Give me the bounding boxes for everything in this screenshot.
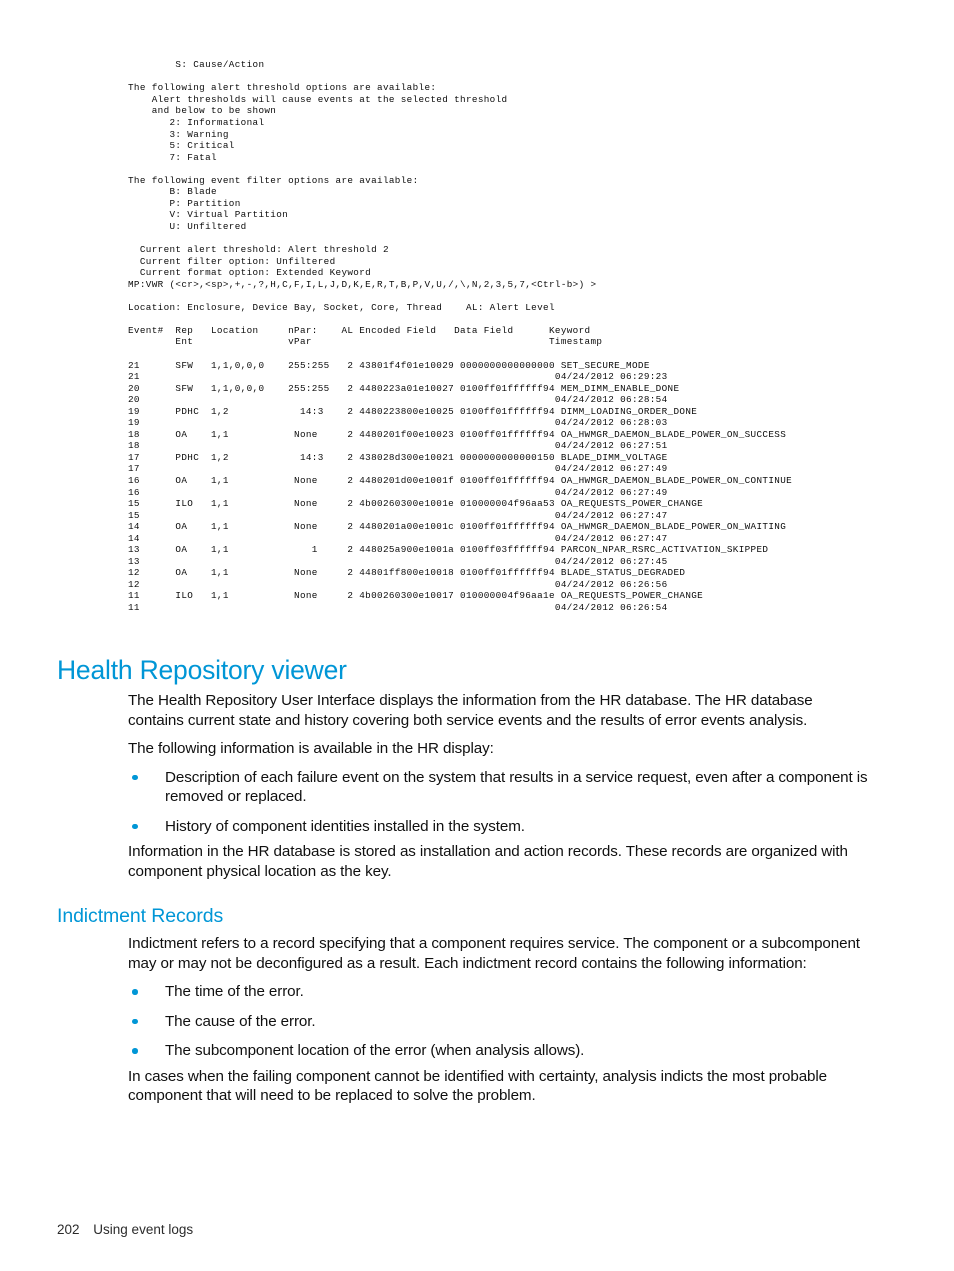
event-table-row: 17 PDHC 1,2 14:3 2 438028d300e10021 0000… [128, 451, 668, 463]
console-prompt-line: MP:VWR (<cr>,<sp>,+,-,?,H,C,F,I,L,J,D,K,… [128, 278, 597, 290]
event-table-row-timestamp: 20 04/24/2012 06:28:54 [128, 394, 668, 406]
footer-page-number: 202 [57, 1222, 80, 1237]
health-repository-bullet-list: Description of each failure event on the… [128, 768, 888, 837]
bullet-dot-icon [132, 1048, 138, 1054]
console-line: 2: Informational [128, 117, 265, 129]
event-table-header-row-2: Ent vPar Timestamp [128, 336, 603, 348]
page-title-health-repository-viewer: Health Repository viewer [57, 655, 347, 685]
event-table-row: 14 OA 1,1 None 2 4480201a00e1001c 0100ff… [128, 521, 787, 533]
page-footer: 202 Using event logs [57, 1222, 193, 1237]
list-item: The subcomponent location of the error (… [128, 1041, 888, 1061]
list-item: The time of the error. [128, 982, 888, 1002]
indictment-records-paragraph-1: Indictment refers to a record specifying… [128, 935, 860, 972]
list-item: The cause of the error. [128, 1012, 888, 1032]
bullet-dot-icon [132, 1018, 138, 1024]
console-line: 7: Fatal [128, 151, 217, 163]
event-table-row: 11 ILO 1,1 None 2 4b00260300e10017 01000… [128, 590, 704, 602]
event-table-row-timestamp: 18 04/24/2012 06:27:51 [128, 440, 668, 452]
console-line: 3: Warning [128, 128, 229, 140]
event-table-row: 21 SFW 1,1,0,0,0 255:255 2 43801f4f01e10… [128, 359, 650, 371]
list-item: Description of each failure event on the… [128, 768, 888, 807]
console-line: B: Blade [128, 186, 217, 198]
console-line: S: Cause/Action [128, 59, 265, 71]
list-item-label: Description of each failure event on the… [165, 768, 868, 806]
footer-chapter-title: Using event logs [93, 1222, 194, 1237]
event-table-row-timestamp: 21 04/24/2012 06:29:23 [128, 371, 668, 383]
console-legend-line: Location: Enclosure, Device Bay, Socket,… [128, 301, 555, 313]
indictment-records-bullet-list: The time of the error. The cause of the … [128, 982, 888, 1061]
event-table-row-timestamp: 17 04/24/2012 06:27:49 [128, 463, 668, 475]
indictment-records-paragraph-2: In cases when the failing component cann… [128, 1067, 828, 1105]
health-repository-paragraph-1: The Health Repository User Interface dis… [128, 692, 813, 729]
section-title-indictment-records: Indictment Records [57, 905, 224, 927]
console-line: and below to be shown [128, 105, 277, 117]
console-line: V: Virtual Partition [128, 209, 289, 221]
list-item-label: The subcomponent location of the error (… [165, 1042, 585, 1059]
health-repository-paragraph-3: Information in the HR database is stored… [128, 843, 848, 880]
event-table-row-timestamp: 15 04/24/2012 06:27:47 [128, 509, 668, 521]
health-repository-paragraph-2: The following information is available i… [128, 740, 494, 757]
document-body: Health Repository viewer The Health Repo… [0, 655, 954, 1115]
event-table-row: 20 SFW 1,1,0,0,0 255:255 2 4480223a01e10… [128, 382, 680, 394]
console-line: U: Unfiltered [128, 220, 247, 232]
event-table-row-timestamp: 19 04/24/2012 06:28:03 [128, 417, 668, 429]
event-table-row-timestamp: 13 04/24/2012 06:27:45 [128, 555, 668, 567]
console-line: Current filter option: Unfiltered [128, 255, 336, 267]
console-line: The following alert threshold options ar… [128, 82, 437, 94]
list-item-label: The time of the error. [165, 983, 304, 1000]
event-table-row: 12 OA 1,1 None 2 44801ff800e10018 0100ff… [128, 567, 686, 579]
event-log-console-output: S: Cause/Action The following alert thres… [128, 59, 928, 613]
event-table-row-timestamp: 11 04/24/2012 06:26:54 [128, 602, 668, 613]
event-table-row-timestamp: 16 04/24/2012 06:27:49 [128, 486, 668, 498]
event-table-row: 16 OA 1,1 None 2 4480201d00e1001f 0100ff… [128, 474, 793, 486]
event-table-row: 15 ILO 1,1 None 2 4b00260300e1001e 01000… [128, 498, 704, 510]
event-table-row: 18 OA 1,1 None 2 4480201f00e10023 0100ff… [128, 428, 787, 440]
bullet-dot-icon [132, 823, 138, 829]
event-table-row-timestamp: 14 04/24/2012 06:27:47 [128, 532, 668, 544]
event-table-row-timestamp: 12 04/24/2012 06:26:56 [128, 578, 668, 590]
list-item-label: History of component identities installe… [165, 817, 525, 835]
event-table-header-row: Event# Rep Location nPar: AL Encoded Fie… [128, 324, 591, 336]
event-table-row: 19 PDHC 1,2 14:3 2 4480223800e10025 0100… [128, 405, 698, 417]
event-table-row: 13 OA 1,1 1 2 448025a900e1001a 0100ff03f… [128, 544, 769, 556]
console-line: The following event filter options are a… [128, 174, 419, 186]
bullet-dot-icon [132, 774, 138, 780]
bullet-dot-icon [132, 989, 138, 995]
console-line: 5: Critical [128, 140, 235, 152]
console-line: Alert thresholds will cause events at th… [128, 93, 508, 105]
list-item: History of component identities installe… [128, 817, 888, 837]
console-line: P: Partition [128, 197, 241, 209]
list-item-label: The cause of the error. [165, 1012, 316, 1030]
console-line: Current alert threshold: Alert threshold… [128, 244, 389, 256]
console-line: Current format option: Extended Keyword [128, 267, 372, 279]
